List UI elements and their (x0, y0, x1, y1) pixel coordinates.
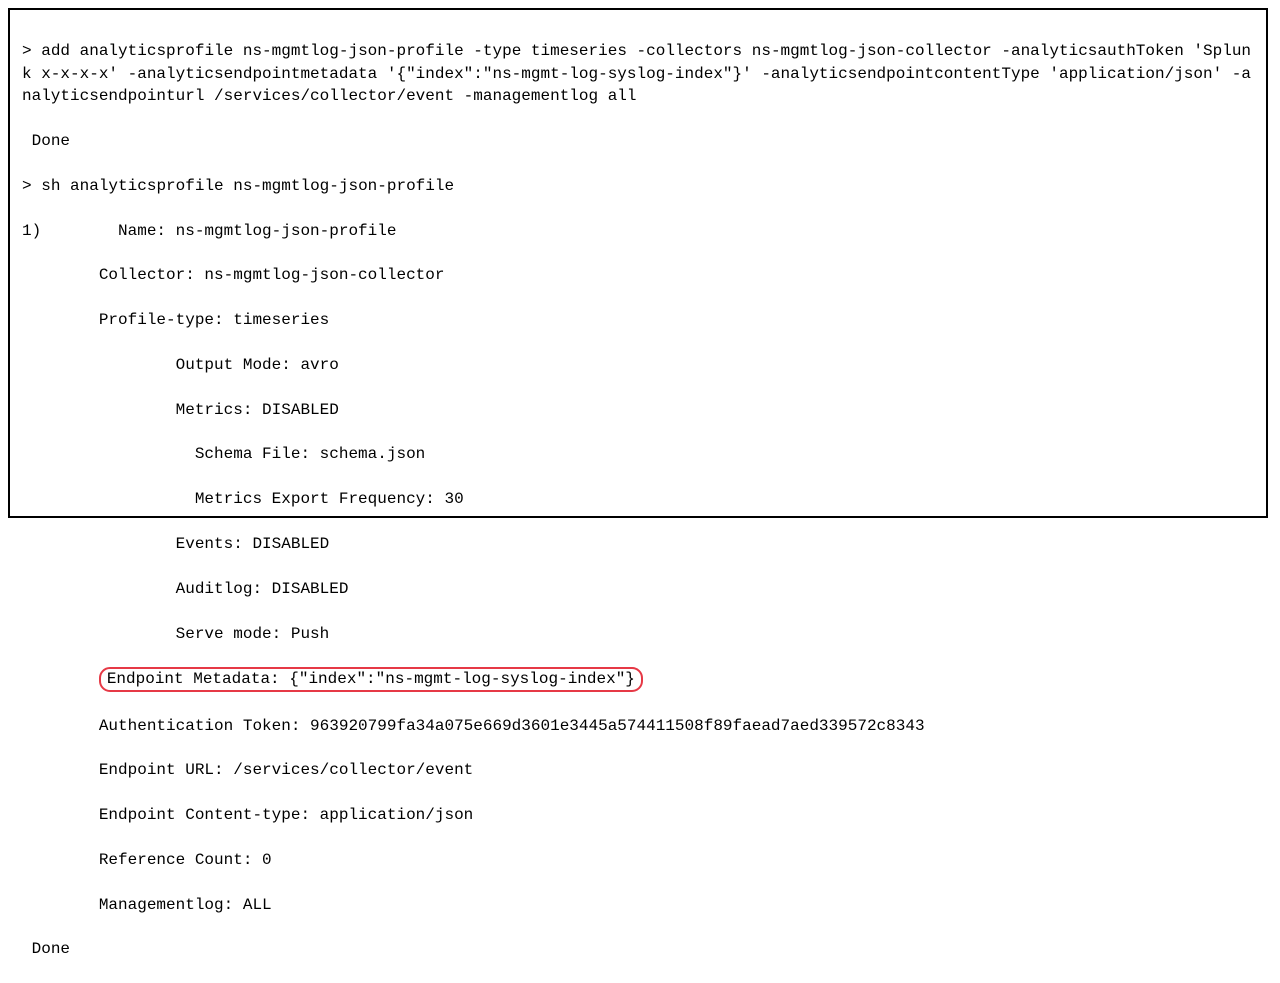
done-line-1: Done (22, 130, 1254, 152)
command-show: sh analyticsprofile ns-mgmtlog-json-prof… (41, 177, 454, 195)
result-index: 1) (22, 222, 41, 240)
indent (22, 670, 99, 688)
field-serve-mode: Serve mode: Push (22, 623, 1254, 645)
field-collector: Collector: ns-mgmtlog-json-collector (22, 264, 1254, 286)
field-auth-token: Authentication Token: 963920799fa34a075e… (22, 715, 1254, 737)
field-endpoint-metadata-row: Endpoint Metadata: {"index":"ns-mgmt-log… (22, 667, 1254, 692)
endpoint-metadata-highlight: Endpoint Metadata: {"index":"ns-mgmt-log… (99, 667, 643, 692)
field-auditlog: Auditlog: DISABLED (22, 578, 1254, 600)
prompt: > (22, 177, 32, 195)
field-metrics-freq: Metrics Export Frequency: 30 (22, 488, 1254, 510)
field-schema-file: Schema File: schema.json (22, 443, 1254, 465)
command-add: add analyticsprofile ns-mgmtlog-json-pro… (22, 42, 1251, 105)
command-show-line: > sh analyticsprofile ns-mgmtlog-json-pr… (22, 175, 1254, 197)
field-output-mode: Output Mode: avro (22, 354, 1254, 376)
prompt: > (22, 42, 32, 60)
field-metrics: Metrics: DISABLED (22, 399, 1254, 421)
field-profile-type: Profile-type: timeseries (22, 309, 1254, 331)
command-add-line: > add analyticsprofile ns-mgmtlog-json-p… (22, 40, 1254, 107)
result-index-name: 1) Name: ns-mgmtlog-json-profile (22, 220, 1254, 242)
field-endpoint-metadata: Endpoint Metadata: {"index":"ns-mgmt-log… (107, 670, 635, 688)
done-line-2: Done (22, 938, 1254, 960)
terminal-output: > add analyticsprofile ns-mgmtlog-json-p… (8, 8, 1268, 518)
field-endpoint-url: Endpoint URL: /services/collector/event (22, 759, 1254, 781)
field-reference-count: Reference Count: 0 (22, 849, 1254, 871)
field-managementlog: Managementlog: ALL (22, 894, 1254, 916)
field-name: Name: ns-mgmtlog-json-profile (41, 222, 396, 240)
field-events: Events: DISABLED (22, 533, 1254, 555)
field-endpoint-content-type: Endpoint Content-type: application/json (22, 804, 1254, 826)
